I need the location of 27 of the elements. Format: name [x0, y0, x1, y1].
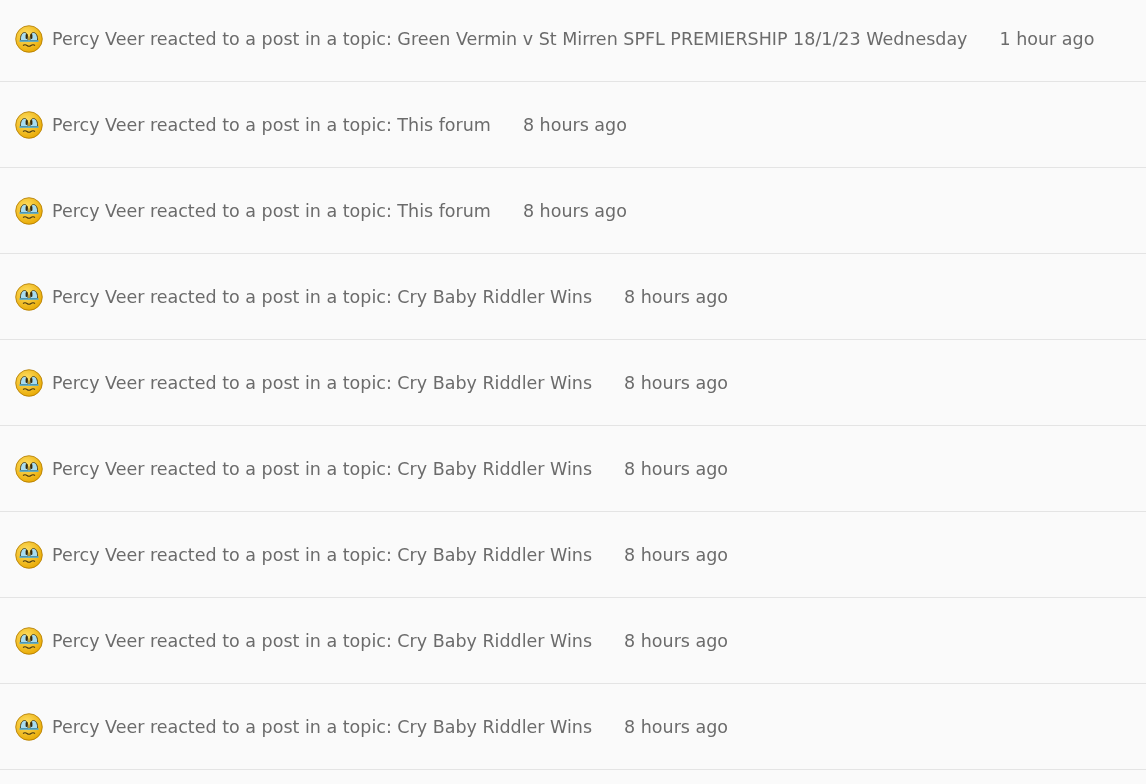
- notification-text: Percy Veer reacted to a post in a topic: Cry Baby Riddler Wins: [52, 544, 593, 565]
- notification-time: 8 hours ago: [522, 114, 627, 135]
- notification-time: 8 hours ago: [624, 458, 729, 479]
- crying-face-icon: [15, 712, 43, 741]
- notification-time: 8 hours ago: [624, 716, 729, 737]
- notification-text: Percy Veer reacted to a post in a topic: Cry Baby Riddler Wins: [52, 372, 593, 393]
- notification-text: Percy Veer reacted to a post in a topic: Green Vermin v St Mirren SPFL PREMIERSHIP 18/1/23 Wednesday: [52, 28, 968, 49]
- notification-text: Percy Veer reacted to a post in a topic: Cry Baby Riddler Wins: [52, 630, 593, 651]
- crying-face-icon: [15, 626, 43, 655]
- notification-time: 8 hours ago: [624, 630, 729, 651]
- crying-face-icon: [15, 540, 43, 569]
- notification-time: 8 hours ago: [624, 286, 729, 307]
- notification-text: Percy Veer reacted to a post in a topic: This forum: [52, 114, 491, 135]
- notification-time: 1 hour ago: [999, 28, 1095, 49]
- crying-face-icon: [15, 24, 43, 53]
- notification-text: Percy Veer reacted to a post in a topic: Cry Baby Riddler Wins: [52, 458, 593, 479]
- notification-time: 8 hours ago: [624, 544, 729, 565]
- notification-text: Percy Veer reacted to a post in a topic: This forum: [52, 200, 491, 221]
- notification-text: Percy Veer reacted to a post in a topic: Cry Baby Riddler Wins: [52, 286, 593, 307]
- crying-face-icon: [15, 282, 43, 311]
- notification-time: 8 hours ago: [522, 200, 627, 221]
- notification-time: 8 hours ago: [624, 372, 729, 393]
- crying-face-icon: [15, 110, 43, 139]
- crying-face-icon: [15, 454, 43, 483]
- notification-text: Percy Veer reacted to a post in a topic: Cry Baby Riddler Wins: [52, 716, 593, 737]
- crying-face-icon: [15, 368, 43, 397]
- crying-face-icon: [15, 196, 43, 225]
